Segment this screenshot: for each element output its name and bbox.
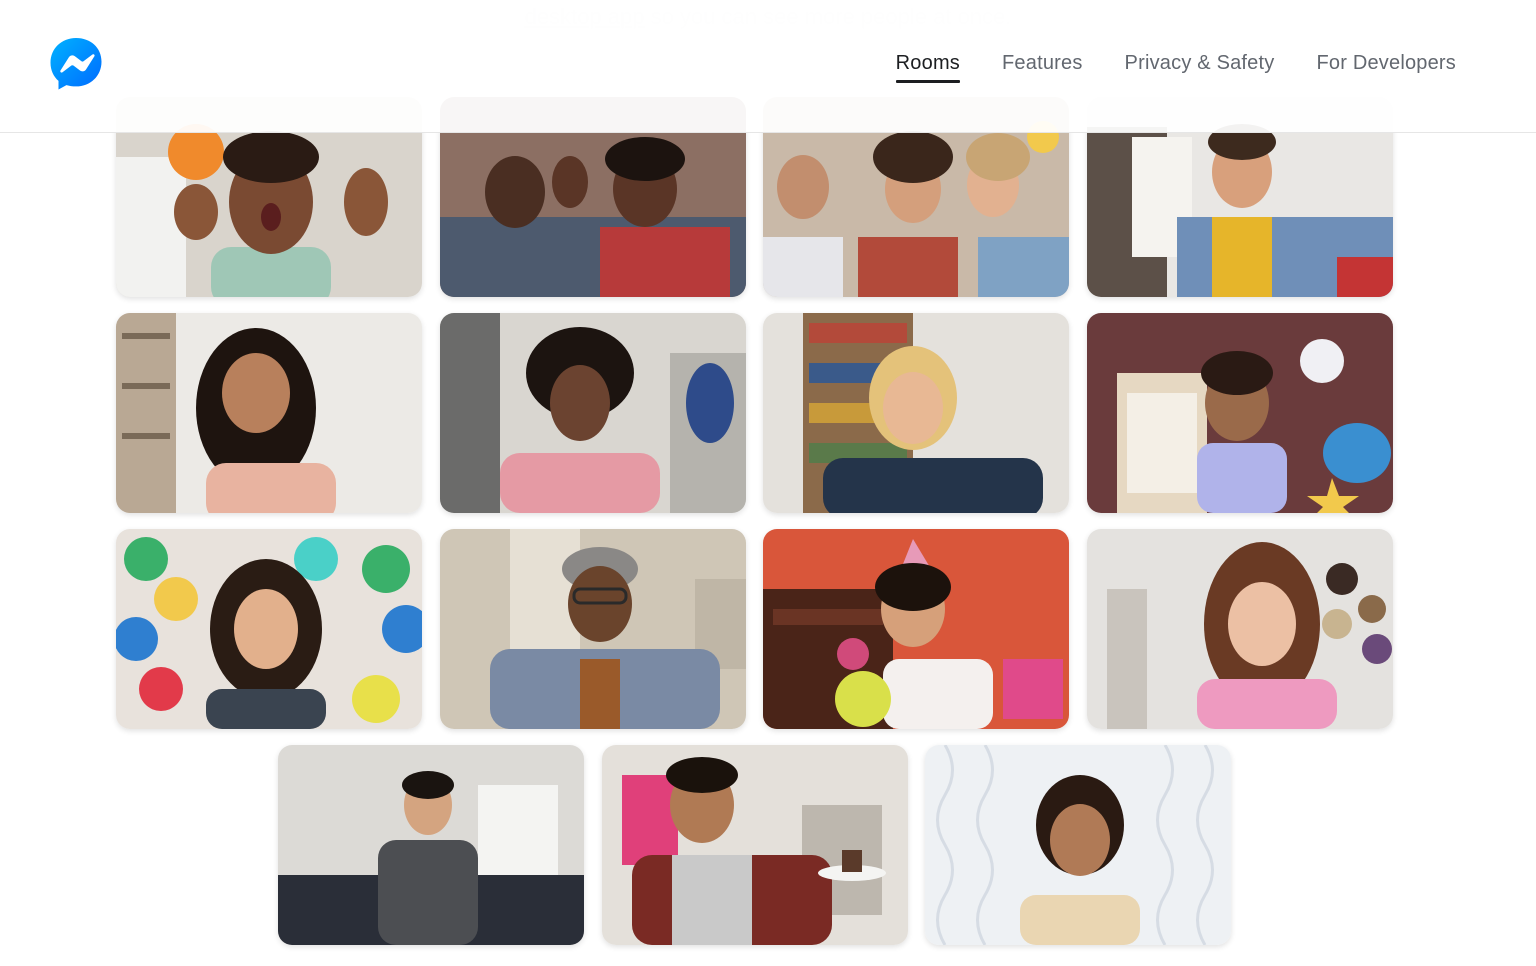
video-tile	[116, 529, 422, 729]
participant-video	[763, 313, 1069, 513]
participant-video	[1087, 529, 1393, 729]
participant-video	[116, 529, 422, 729]
participant-video	[925, 745, 1231, 945]
participant-video	[440, 529, 746, 729]
participant-video	[116, 313, 422, 513]
participant-video	[1087, 313, 1393, 513]
main-nav: Rooms Features Privacy & Safety For Deve…	[895, 52, 1456, 83]
video-tile	[440, 529, 746, 729]
video-tile	[1087, 313, 1393, 513]
video-tile	[278, 745, 584, 945]
video-tile	[763, 313, 1069, 513]
video-call-grid	[0, 0, 1536, 966]
nav-rooms[interactable]: Rooms	[895, 52, 961, 83]
video-tile	[763, 529, 1069, 729]
participant-video	[602, 745, 908, 945]
participant-video	[278, 745, 584, 945]
participant-video	[763, 529, 1069, 729]
nav-features[interactable]: Features	[1002, 52, 1083, 83]
nav-for-developers[interactable]: For Developers	[1316, 52, 1456, 83]
site-header: Rooms Features Privacy & Safety For Deve…	[0, 0, 1536, 133]
video-tile	[116, 313, 422, 513]
video-tile	[925, 745, 1231, 945]
messenger-logo-icon[interactable]	[48, 36, 104, 92]
video-tile	[1087, 529, 1393, 729]
video-tile	[602, 745, 908, 945]
page: desktop app so you can see more people a…	[0, 0, 1536, 966]
nav-privacy-safety[interactable]: Privacy & Safety	[1125, 52, 1275, 83]
video-tile	[440, 313, 746, 513]
participant-video	[440, 313, 746, 513]
